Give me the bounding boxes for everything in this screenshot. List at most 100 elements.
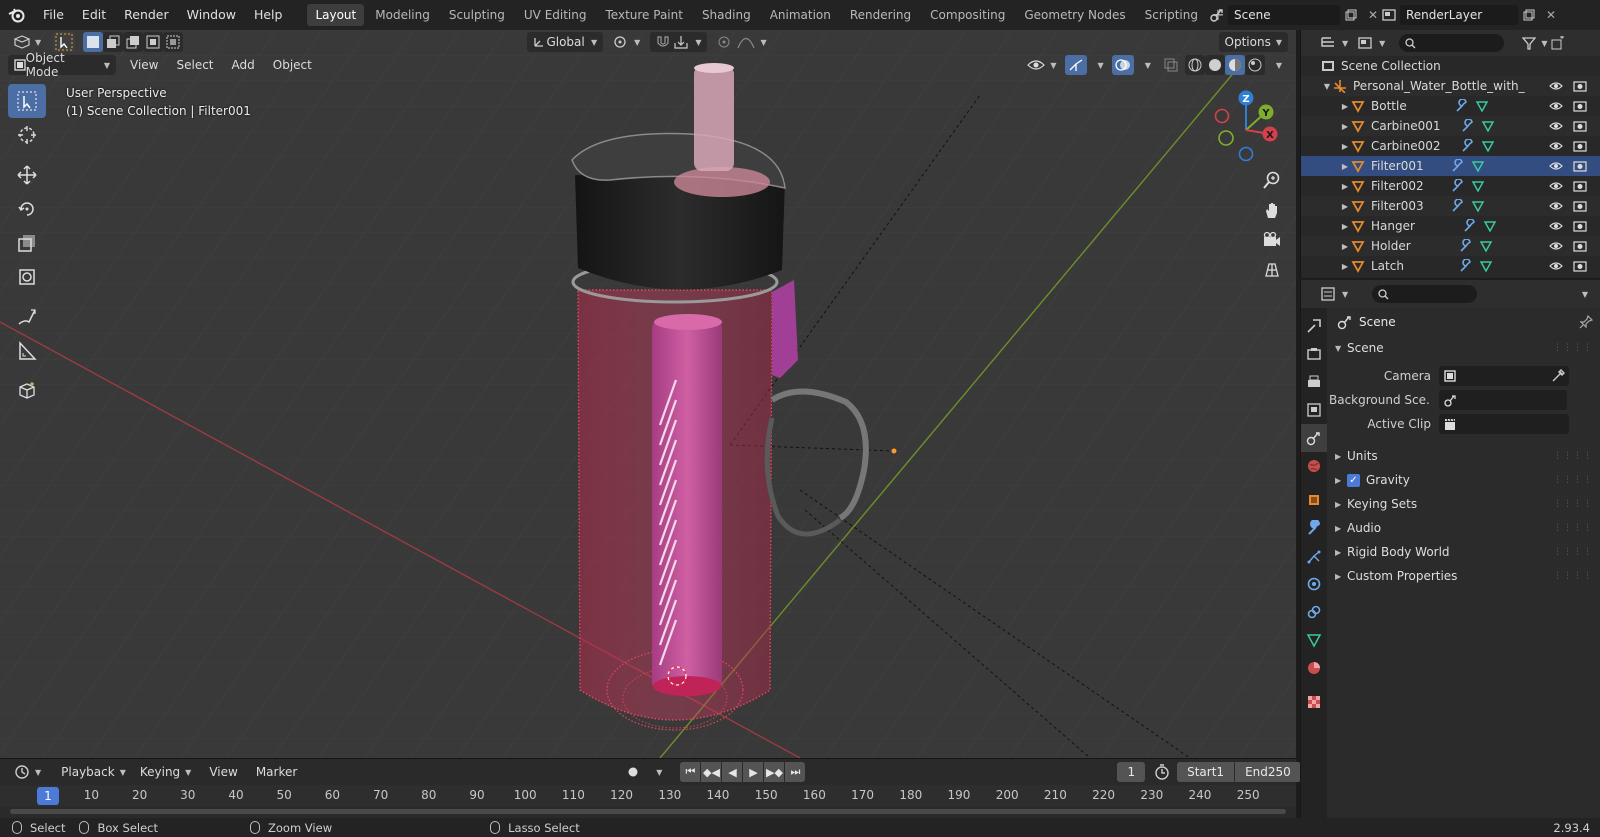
visibility-eye-icon[interactable] [1549,101,1563,111]
shading-rendered-button[interactable] [1244,55,1265,75]
jump-to-next-keyframe-button[interactable]: ▶◆ [764,762,785,782]
tab-scene[interactable] [1301,424,1327,452]
play-button[interactable]: ▶ [743,762,764,782]
visibility-dropdown[interactable]: ▼ [1021,55,1062,75]
panel-audio[interactable]: ▶ Audio ⋮⋮⋮⋮ [1329,516,1600,540]
select-mode-invert-button[interactable] [143,32,164,52]
modifier-wrench-icon[interactable] [1451,179,1465,193]
keying-set-dropdown[interactable]: ▼ [647,762,666,782]
tab-particles[interactable] [1301,542,1327,570]
visibility-eye-icon[interactable] [1549,201,1563,211]
modifier-wrench-icon[interactable] [1459,239,1473,253]
expand-arrow-icon[interactable]: ▶ [1339,122,1351,131]
select-mode-intersect-button[interactable] [163,32,184,52]
ortho-grid-icon[interactable] [1258,256,1286,284]
mesh-data-icon[interactable] [1483,219,1497,233]
menu-file[interactable]: File [34,0,73,30]
properties-options-dropdown[interactable]: ▼ [1571,284,1594,304]
outliner-item-carbine001[interactable]: ▶ Carbine001 [1301,116,1600,136]
camera-view-icon[interactable] [1258,226,1286,254]
mesh-data-icon[interactable] [1481,139,1495,153]
outliner-item-filter003[interactable]: ▶ Filter003 [1301,196,1600,216]
timeline-scrollbar[interactable] [10,809,1286,814]
modifier-wrench-icon[interactable] [1461,119,1475,133]
render-camera-icon[interactable] [1573,160,1587,172]
expand-arrow-icon[interactable]: ▶ [1339,222,1351,231]
tab-animation[interactable]: Animation [762,4,839,26]
gizmo-neg-x-axis[interactable] [1214,108,1230,124]
tool-rotate[interactable] [8,192,46,226]
visibility-eye-icon[interactable] [1549,121,1563,131]
scene-icon[interactable] [1206,5,1228,25]
mesh-data-icon[interactable] [1475,99,1489,113]
outliner-scene-collection[interactable]: Scene Collection [1301,56,1600,76]
add-menu[interactable]: Add [226,55,261,75]
current-frame-indicator[interactable]: 1 [37,787,59,805]
overlays-toggle[interactable] [1111,55,1134,75]
menu-render[interactable]: Render [115,0,178,30]
shading-material-button[interactable] [1224,55,1245,75]
tab-sculpting[interactable]: Sculpting [441,4,513,26]
tool-scale[interactable] [8,226,46,260]
mesh-data-icon[interactable] [1479,239,1493,253]
render-camera-icon[interactable] [1573,260,1587,272]
shading-wireframe-button[interactable] [1184,55,1205,75]
camera-field[interactable] [1439,366,1569,386]
tab-data[interactable] [1301,626,1327,654]
tab-view-layer[interactable] [1301,396,1327,424]
outliner-parent-object[interactable]: ▼ Personal_Water_Bottle_with_ [1301,76,1600,96]
render-camera-icon[interactable] [1573,80,1587,92]
properties-editor-type-button[interactable]: ▼ [1319,284,1350,304]
timeline-editor-type-button[interactable]: ▼ [8,762,47,782]
tab-output[interactable] [1301,368,1327,396]
panel-custom-properties[interactable]: ▶ Custom Properties ⋮⋮⋮⋮ [1329,564,1600,588]
editor-type-button[interactable]: ▼ [8,32,47,52]
select-mode-subtract-button[interactable] [123,32,144,52]
select-mode-new-button[interactable] [83,32,104,52]
xray-toggle[interactable] [1161,55,1181,75]
tab-texture[interactable] [1301,688,1327,716]
view-menu[interactable]: View [124,55,164,75]
tab-rendering[interactable]: Rendering [842,4,919,26]
panel-keying-sets[interactable]: ▶ Keying Sets ⋮⋮⋮⋮ [1329,492,1600,516]
play-reverse-button[interactable]: ◀ [722,762,743,782]
panel-units[interactable]: ▶ Units ⋮⋮⋮⋮ [1329,444,1600,468]
outliner-search-input[interactable] [1399,34,1505,52]
render-camera-icon[interactable] [1573,180,1587,192]
playback-menu[interactable]: Playback ▼ [55,762,132,782]
visibility-eye-icon[interactable] [1549,141,1563,151]
mesh-data-icon[interactable] [1471,179,1485,193]
panel-gravity[interactable]: ▶ ✓ Gravity ⋮⋮⋮⋮ [1329,468,1600,492]
blender-logo-icon[interactable] [0,0,34,30]
tab-modifiers[interactable] [1301,514,1327,542]
expand-arrow-icon[interactable]: ▶ [1339,162,1351,171]
tab-shading[interactable]: Shading [694,4,759,26]
outliner-item-latch[interactable]: ▶ Latch [1301,256,1600,276]
gizmo-dropdown[interactable]: ▼ [1087,55,1110,75]
panel-rigid-body-world[interactable]: ▶ Rigid Body World ⋮⋮⋮⋮ [1329,540,1600,564]
scene-name-field[interactable]: Scene [1228,5,1340,25]
tab-object[interactable] [1301,486,1327,514]
shading-dropdown[interactable]: ▼ [1265,55,1288,75]
tool-cursor[interactable] [8,118,46,152]
tab-geometry-nodes[interactable]: Geometry Nodes [1016,4,1133,26]
overlays-dropdown[interactable]: ▼ [1134,55,1157,75]
start-frame-field[interactable]: Start 1 [1177,762,1235,782]
visibility-eye-icon[interactable] [1549,161,1563,171]
panel-scene[interactable]: ▼ Scene ⋮⋮⋮⋮ [1329,336,1600,360]
end-frame-field[interactable]: End 250 [1235,762,1301,782]
shading-solid-button[interactable] [1204,55,1225,75]
gizmo-neg-z-axis[interactable] [1238,146,1254,162]
modifier-wrench-icon[interactable] [1451,199,1465,213]
modifier-wrench-icon[interactable] [1461,139,1475,153]
tab-physics[interactable] [1301,570,1327,598]
properties-search-input[interactable] [1372,285,1478,303]
modifier-wrench-icon[interactable] [1455,99,1469,113]
expand-arrow-icon[interactable]: ▶ [1339,102,1351,111]
expand-arrow-icon[interactable]: ▶ [1339,182,1351,191]
expand-arrow-icon[interactable]: ▶ [1339,242,1351,251]
outliner-item-filter002[interactable]: ▶ Filter002 [1301,176,1600,196]
view-layer-icon[interactable] [1378,5,1400,25]
modifier-wrench-icon[interactable] [1459,259,1473,273]
tab-constraints[interactable] [1301,598,1327,626]
